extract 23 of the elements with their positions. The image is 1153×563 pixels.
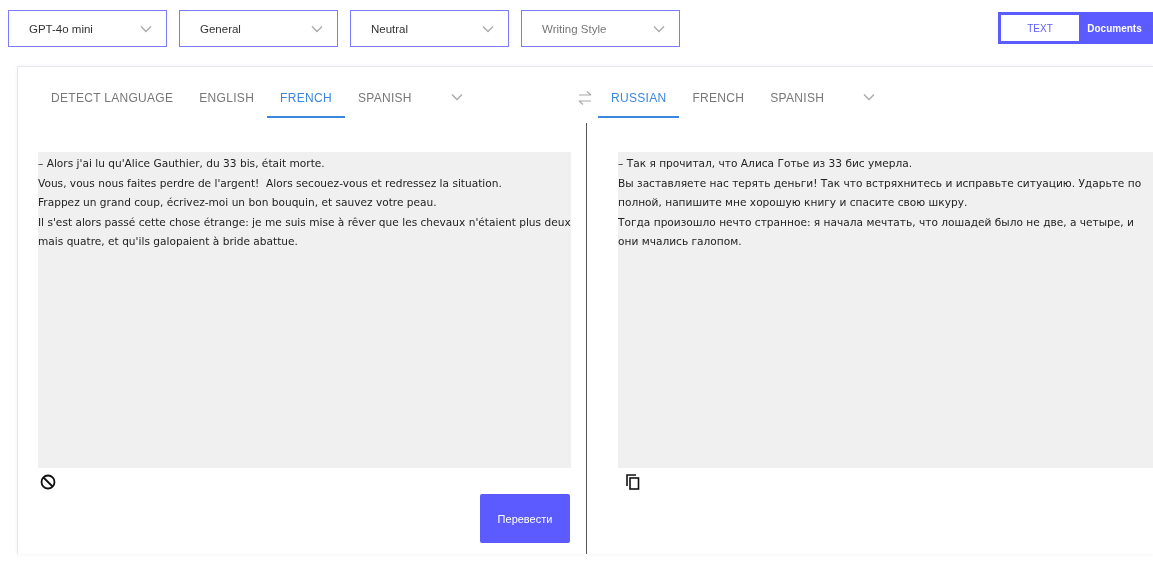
chevron-icon [863, 93, 876, 101]
mode-button[interactable]: Documents [1079, 15, 1150, 41]
language-tab[interactable]: DETECT LANGUAGE [38, 91, 187, 118]
chevron-icon [482, 24, 494, 33]
language-tab[interactable]: FRENCH [679, 91, 758, 118]
dropdown[interactable]: General [179, 10, 338, 47]
chevron-icon [653, 24, 665, 33]
language-tab[interactable]: SPANISH [757, 91, 838, 118]
chevron-icon [450, 93, 463, 101]
mode-button[interactable]: TEXT [1001, 15, 1079, 41]
copy-icon[interactable] [626, 474, 640, 490]
dropdown[interactable]: Neutral [350, 10, 509, 47]
dropdown[interactable]: GPT-4o mini [8, 10, 167, 47]
chevron-icon [140, 24, 152, 33]
language-tab[interactable]: ENGLISH [186, 91, 268, 118]
language-tab[interactable]: FRENCH [267, 91, 345, 118]
chevron-icon [311, 24, 323, 33]
language-tab[interactable]: RUSSIAN [598, 91, 680, 118]
language-tab[interactable]: SPANISH [344, 91, 425, 118]
source-text-field[interactable]: – Alors j'ai lu qu'Alice Gauthier, du 33 bis, était morte. Vous, vous nous faites perdre de l'argent! Alors secouez-vous et redressez la situation. Frappez un grand coup, écrivez-moi un bon bouquin, et sauvez votre peau. Il s'est alors passé cette chose étrange: je me suis mise à rêver que les chevaux n'étaient plus deux mais quatre, et qu'ils galopaient à bride abattue. [38, 152, 571, 468]
clear-icon[interactable] [40, 474, 56, 490]
translate-button[interactable]: Перевести [480, 494, 570, 543]
style-dropdown[interactable]: Writing Style [521, 10, 680, 47]
